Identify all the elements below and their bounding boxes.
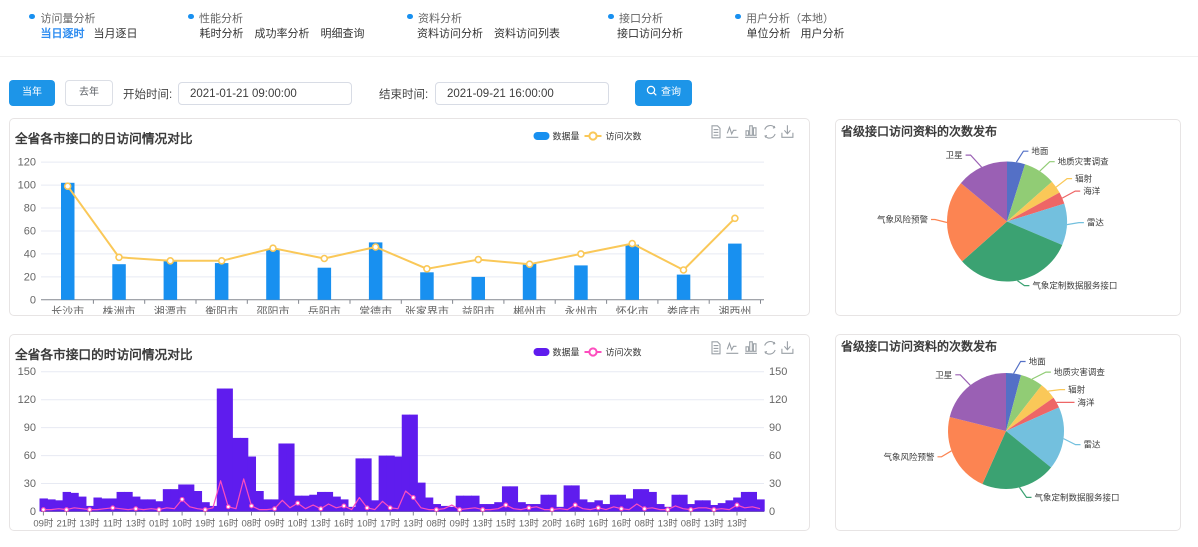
- svg-text:13时: 13时: [311, 518, 332, 530]
- svg-text:气象定制数据服务接口: 气象定制数据服务接口: [1035, 492, 1120, 502]
- svg-text:13时: 13时: [80, 518, 101, 530]
- svg-text:0: 0: [769, 506, 775, 518]
- svg-text:16时: 16时: [565, 518, 586, 530]
- svg-text:19时: 19时: [195, 518, 216, 530]
- svg-text:访问次数: 访问次数: [606, 131, 642, 142]
- svg-text:13时: 13时: [704, 518, 725, 530]
- svg-text:08时: 08时: [241, 518, 262, 530]
- svg-text:海洋: 海洋: [1077, 397, 1095, 407]
- svg-text:13时: 13时: [126, 518, 147, 530]
- svg-text:娄底市: 娄底市: [667, 304, 700, 314]
- svg-text:卫星: 卫星: [935, 370, 952, 380]
- svg-text:13时: 13时: [473, 518, 494, 530]
- svg-text:10时: 10时: [172, 518, 193, 530]
- svg-text:09时: 09时: [33, 518, 54, 530]
- svg-text:01时: 01时: [149, 518, 170, 530]
- svg-text:08时: 08时: [634, 518, 655, 530]
- svg-text:60: 60: [24, 226, 36, 238]
- svg-text:0: 0: [30, 506, 36, 518]
- svg-text:21时: 21时: [56, 518, 77, 530]
- svg-text:17时: 17时: [380, 518, 401, 530]
- svg-text:09时: 09时: [265, 518, 286, 530]
- svg-text:60: 60: [24, 450, 36, 462]
- svg-text:数据量: 数据量: [553, 131, 580, 142]
- svg-text:气象定制数据服务接口: 气象定制数据服务接口: [1032, 281, 1117, 291]
- svg-text:海洋: 海洋: [1083, 186, 1101, 196]
- svg-text:辐射: 辐射: [1068, 385, 1086, 395]
- svg-text:90: 90: [769, 422, 781, 434]
- svg-text:20时: 20时: [542, 518, 563, 530]
- svg-text:永州市: 永州市: [564, 304, 597, 314]
- svg-text:40: 40: [24, 248, 36, 260]
- svg-text:辐射: 辐射: [1075, 174, 1093, 184]
- svg-text:常德市: 常德市: [359, 304, 392, 314]
- svg-text:30: 30: [24, 478, 36, 490]
- svg-text:20: 20: [24, 271, 36, 283]
- svg-text:益阳市: 益阳市: [462, 304, 495, 314]
- svg-text:0: 0: [30, 294, 36, 306]
- svg-text:全省各市接口的日访问情况对比: 全省各市接口的日访问情况对比: [14, 131, 193, 146]
- svg-text:省级接口访问资料的次数发布: 省级接口访问资料的次数发布: [840, 124, 997, 139]
- svg-text:150: 150: [769, 366, 787, 378]
- svg-text:全省各市接口的时访问情况对比: 全省各市接口的时访问情况对比: [14, 347, 193, 362]
- svg-text:卫星: 卫星: [946, 150, 963, 160]
- svg-text:地质灾害调查: 地质灾害调查: [1054, 367, 1106, 377]
- svg-text:雷达: 雷达: [1084, 440, 1102, 450]
- svg-text:120: 120: [18, 157, 36, 169]
- svg-text:株洲市: 株洲市: [103, 304, 136, 314]
- svg-text:省级接口访问资料的次数发布: 省级接口访问资料的次数发布: [840, 339, 997, 354]
- svg-text:岳阳市: 岳阳市: [308, 304, 341, 314]
- svg-text:100: 100: [18, 180, 36, 192]
- svg-text:13时: 13时: [403, 518, 424, 530]
- svg-text:10时: 10时: [288, 518, 309, 530]
- svg-text:90: 90: [24, 422, 36, 434]
- svg-text:120: 120: [18, 394, 36, 406]
- svg-text:150: 150: [18, 366, 36, 378]
- svg-text:湘西州: 湘西州: [718, 304, 751, 314]
- svg-text:10时: 10时: [357, 518, 378, 530]
- svg-text:地面: 地面: [1029, 356, 1047, 366]
- svg-text:雷达: 雷达: [1087, 218, 1105, 228]
- svg-text:气象风险预警: 气象风险预警: [877, 215, 929, 225]
- svg-text:16时: 16时: [334, 518, 355, 530]
- svg-text:衡阳市: 衡阳市: [205, 304, 238, 314]
- svg-text:邵阳市: 邵阳市: [257, 304, 290, 314]
- svg-text:13时: 13时: [658, 518, 679, 530]
- svg-text:长沙市: 长沙市: [51, 304, 84, 314]
- svg-text:地质灾害调查: 地质灾害调查: [1058, 157, 1110, 167]
- svg-text:数据量: 数据量: [553, 347, 580, 358]
- svg-text:16时: 16时: [588, 518, 609, 530]
- svg-text:郴州市: 郴州市: [513, 304, 546, 314]
- svg-text:80: 80: [24, 203, 36, 215]
- svg-text:访问次数: 访问次数: [606, 347, 642, 358]
- svg-text:13时: 13时: [519, 518, 540, 530]
- svg-text:16时: 16时: [218, 518, 239, 530]
- svg-text:13时: 13时: [727, 518, 748, 530]
- svg-text:怀化市: 怀化市: [616, 304, 649, 314]
- svg-text:08时: 08时: [681, 518, 702, 530]
- svg-text:地面: 地面: [1031, 146, 1049, 156]
- svg-text:16时: 16时: [611, 518, 632, 530]
- svg-text:60: 60: [769, 450, 781, 462]
- svg-text:15时: 15时: [496, 518, 517, 530]
- svg-text:气象风险预警: 气象风险预警: [883, 452, 935, 462]
- svg-text:120: 120: [769, 394, 787, 406]
- svg-text:湘潭市: 湘潭市: [154, 304, 187, 314]
- svg-text:张家界市: 张家界市: [405, 304, 449, 314]
- svg-text:09时: 09时: [450, 518, 471, 530]
- svg-text:08时: 08时: [426, 518, 447, 530]
- svg-text:11时: 11时: [103, 518, 123, 530]
- svg-text:30: 30: [769, 478, 781, 490]
